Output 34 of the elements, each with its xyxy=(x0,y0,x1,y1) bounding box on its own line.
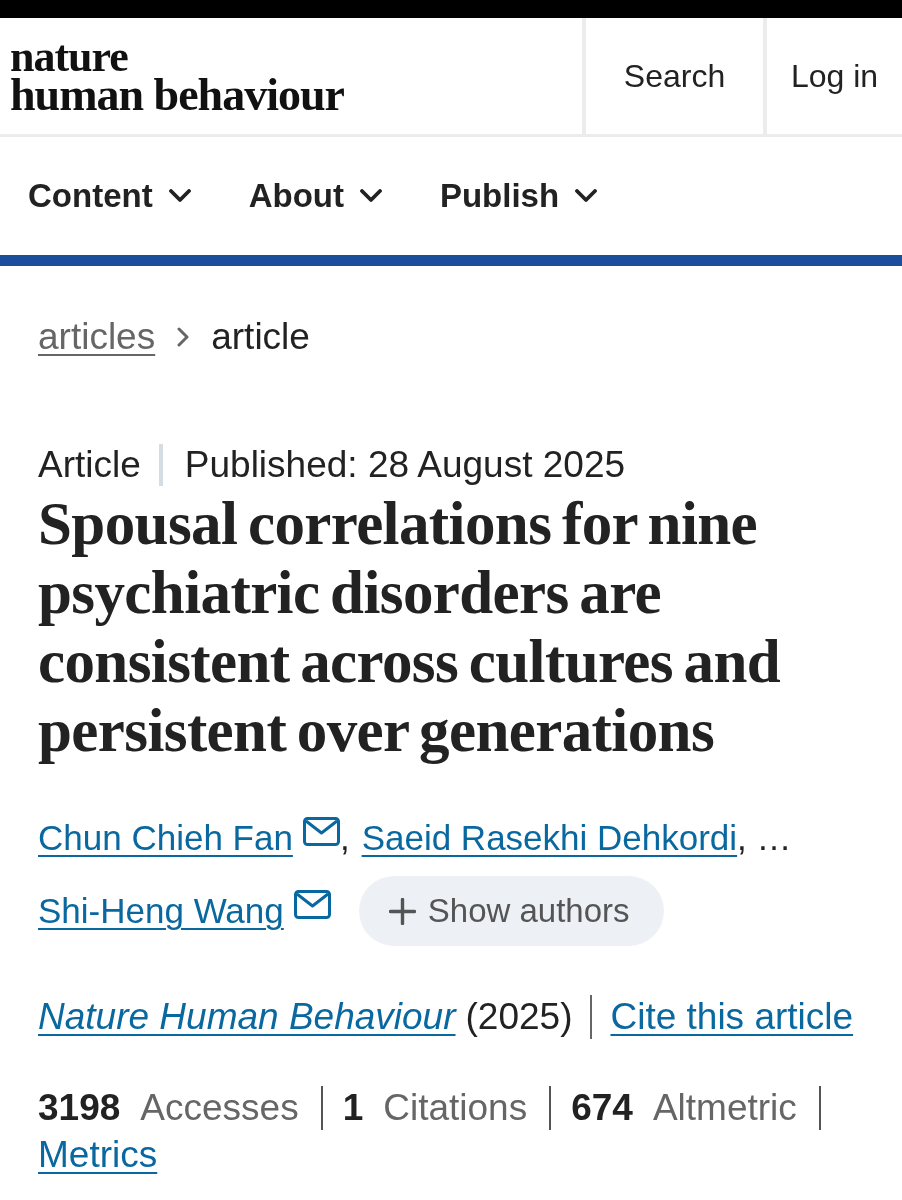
article-type: Article xyxy=(38,444,163,486)
breadcrumb-link[interactable]: articles xyxy=(38,316,156,358)
author-separator: , … xyxy=(737,818,792,858)
metric-name: Accesses xyxy=(140,1087,299,1129)
publish-date: Published: 28 August 2025 xyxy=(183,444,626,486)
search-link[interactable]: Search xyxy=(582,18,763,134)
author-link[interactable]: Shi-Heng Wang xyxy=(38,891,284,931)
mail-icon[interactable] xyxy=(293,890,331,919)
metric-name: Citations xyxy=(383,1087,528,1129)
chevron-down-icon xyxy=(168,189,191,203)
nav-menu-button[interactable]: About xyxy=(248,177,382,215)
breadcrumb-current: article xyxy=(211,316,310,358)
author-link[interactable]: Saeid Rasekhi Dehkordi xyxy=(361,818,738,858)
article-title: Spousal correlations for nine psychiatric disorders are consistent across cultures and persistent over generations xyxy=(38,489,782,765)
author-link[interactable]: Chun Chieh Fan xyxy=(38,818,293,858)
journal-logo[interactable]: nature human behaviour xyxy=(10,38,344,114)
nav-menu-button[interactable]: Publish xyxy=(439,177,598,215)
show-authors-button[interactable]: Show authors xyxy=(358,876,664,946)
journal-link[interactable]: Nature Human Behaviour xyxy=(38,996,456,1038)
plus-icon xyxy=(388,897,416,925)
author-separator: , xyxy=(339,818,350,858)
login-link[interactable]: Log in xyxy=(763,18,902,134)
nav-menu-button[interactable]: Content xyxy=(28,177,191,215)
metric-count: 674 xyxy=(571,1087,633,1129)
publication-year: (2025) xyxy=(465,995,593,1039)
metric-count: 1 xyxy=(342,1087,364,1129)
metrics-link[interactable]: Metrics xyxy=(38,1133,158,1177)
metric-name: Altmetric xyxy=(652,1087,797,1129)
mail-icon[interactable] xyxy=(302,817,340,846)
metric-count: 3198 xyxy=(38,1087,121,1129)
chevron-down-icon xyxy=(359,189,382,203)
chevron-right-icon xyxy=(177,327,190,347)
cite-article-link[interactable]: Cite this article xyxy=(610,996,854,1038)
chevron-down-icon xyxy=(575,189,598,203)
